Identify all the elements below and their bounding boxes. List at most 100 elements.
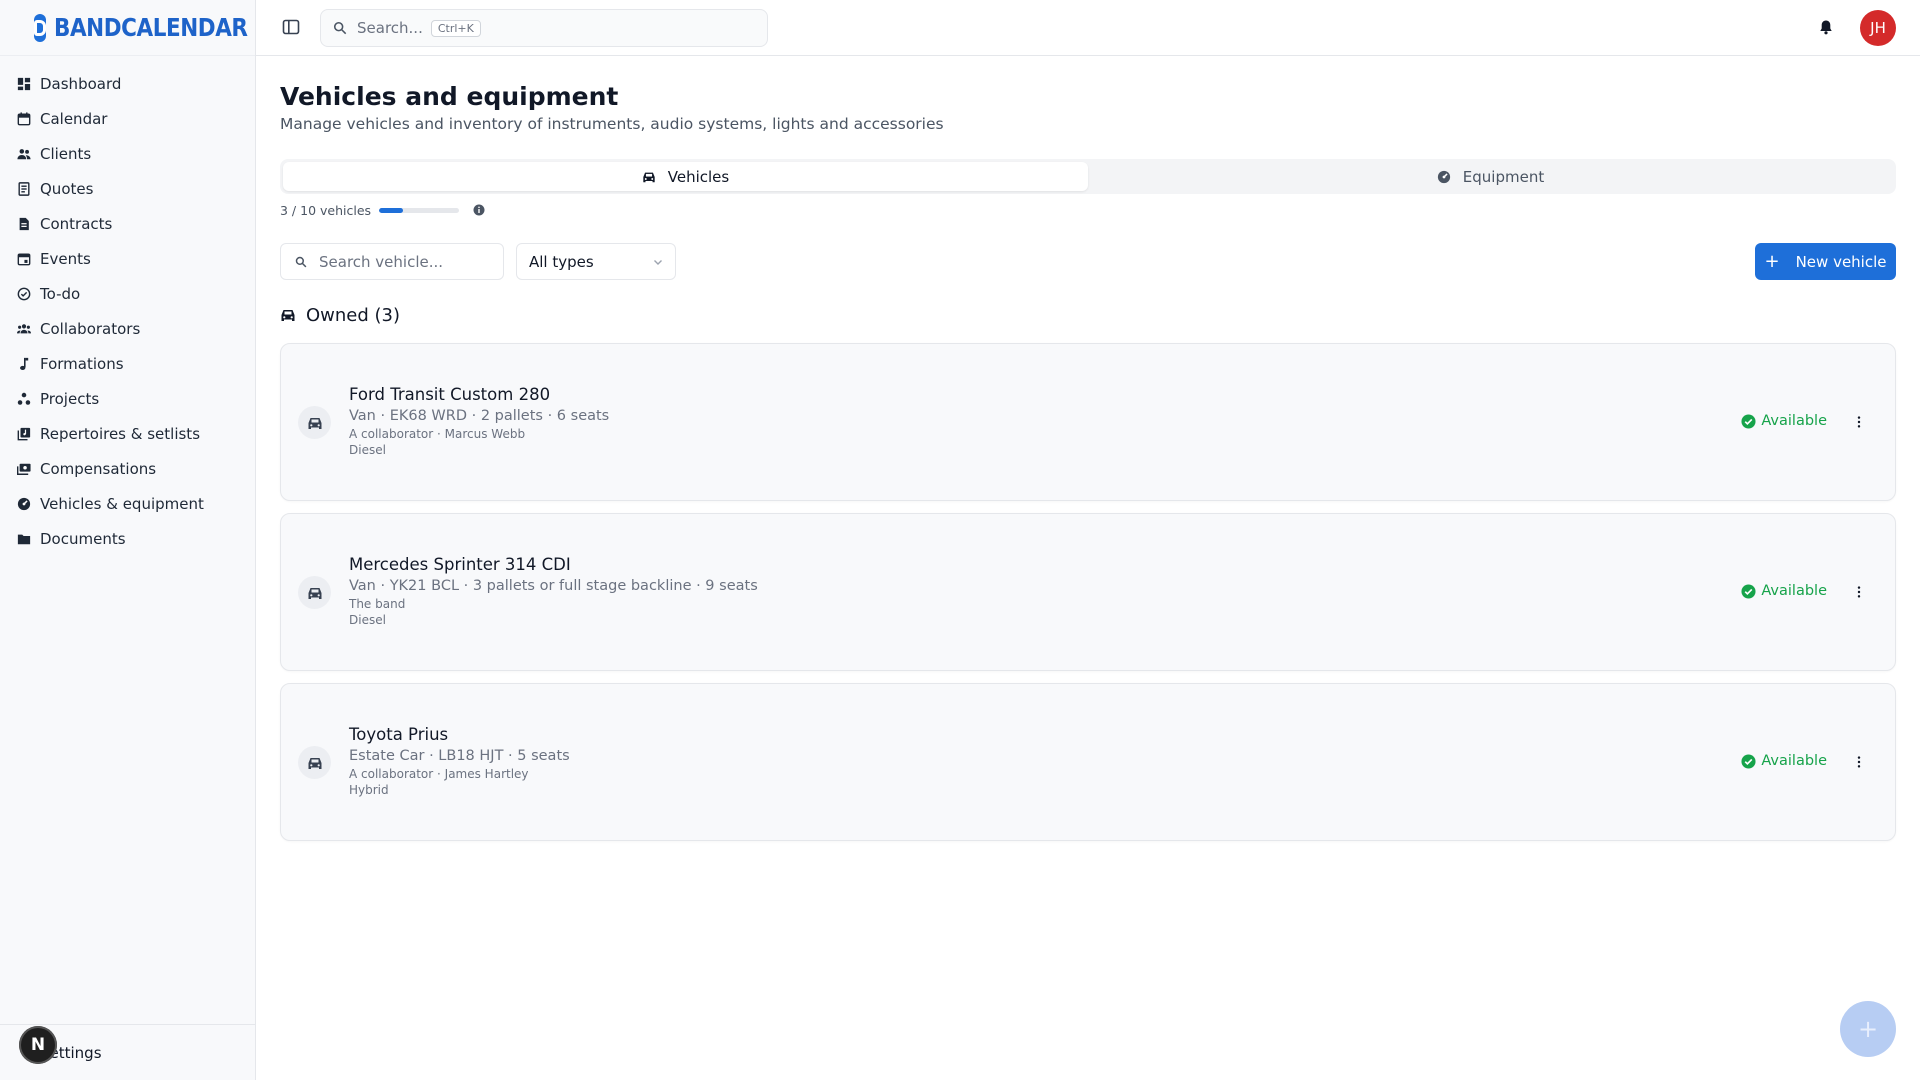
projects-icon — [17, 392, 31, 406]
sidebar-item-collaborators[interactable]: Collaborators — [0, 311, 255, 346]
sidebar-item-repertoires[interactable]: Repertoires & setlists — [0, 416, 255, 451]
vehicle-name: Ford Transit Custom 280 — [349, 385, 551, 404]
search-icon — [333, 21, 347, 35]
sidebar-item-label: To-do — [40, 284, 81, 303]
status-label: Available — [1761, 753, 1827, 769]
quotes-icon — [17, 181, 31, 196]
type-filter-select[interactable]: All types — [516, 243, 676, 280]
sidebar-item-vehicles-equipment[interactable]: Vehicles & equipment — [0, 486, 255, 521]
shortcut-badge: Ctrl+K — [430, 19, 481, 37]
vehicle-card[interactable]: Toyota Prius Estate Car · LB18 HJT · 5 s… — [280, 683, 1896, 841]
notifications-bell-icon[interactable] — [1818, 19, 1834, 35]
sidebar-item-label: Documents — [40, 529, 126, 548]
vehicles-icon — [17, 497, 31, 511]
car-icon — [281, 310, 295, 321]
plus-icon: + — [1764, 250, 1780, 272]
vehicle-fuel: Hybrid — [349, 783, 389, 797]
sidebar-item-projects[interactable]: Projects — [0, 381, 255, 416]
sidebar-item-label: Events — [40, 249, 91, 268]
todo-icon — [17, 287, 31, 301]
info-icon[interactable] — [473, 204, 485, 216]
search-placeholder: Search... — [357, 19, 423, 37]
vehicle-card[interactable]: Mercedes Sprinter 314 CDI Van · YK21 BCL… — [280, 513, 1896, 671]
user-avatar[interactable]: JH — [1860, 10, 1896, 46]
clients-icon — [17, 147, 31, 161]
app-logo[interactable]: BANDCALENDAR — [0, 0, 255, 56]
quota-progress-bar — [379, 207, 460, 213]
sidebar-item-label: Vehicles & equipment — [40, 494, 204, 513]
tab-equipment[interactable]: Equipment — [1088, 162, 1893, 191]
new-vehicle-label: New vehicle — [1795, 252, 1887, 271]
sidebar-toggle-icon[interactable] — [282, 18, 300, 36]
sidebar-item-contracts[interactable]: Contracts — [0, 206, 255, 241]
sidebar-item-label: Contracts — [40, 214, 113, 233]
vehicle-list: Ford Transit Custom 280 Van · EK68 WRD ·… — [280, 343, 1896, 841]
music-note-icon — [17, 357, 31, 371]
topbar: Search... Ctrl+K JH — [256, 0, 1920, 56]
n-badge-button[interactable]: N — [19, 1026, 57, 1064]
sidebar-item-compensations[interactable]: Compensations — [0, 451, 255, 486]
vehicle-meta: Estate Car · LB18 HJT · 5 seats — [349, 748, 570, 764]
contracts-icon — [17, 217, 31, 231]
tab-vehicles[interactable]: Vehicles — [283, 162, 1088, 191]
car-icon — [643, 172, 655, 182]
status-label: Available — [1761, 413, 1827, 429]
sidebar-item-events[interactable]: Events — [0, 241, 255, 276]
calendar-icon — [17, 111, 31, 126]
plus-icon: + — [1857, 1015, 1879, 1043]
sidebar-item-todo[interactable]: To-do — [0, 276, 255, 311]
page-title: Vehicles and equipment — [280, 82, 619, 111]
vehicle-card[interactable]: Ford Transit Custom 280 Van · EK68 WRD ·… — [280, 343, 1896, 501]
more-options-icon[interactable] — [1851, 414, 1867, 430]
status-badge: Available — [1741, 413, 1827, 429]
dashboard-icon — [17, 77, 31, 91]
section-title: Owned (3) — [306, 304, 401, 326]
sidebar-item-dashboard[interactable]: Dashboard — [0, 66, 255, 101]
type-filter-value: All types — [529, 252, 594, 271]
sidebar-item-label: Dashboard — [40, 74, 122, 93]
vehicle-fuel: Diesel — [349, 443, 386, 457]
sidebar-item-label: Compensations — [40, 459, 157, 478]
vehicle-search-input[interactable]: Search vehicle... — [280, 243, 504, 280]
vehicle-fuel: Diesel — [349, 613, 386, 627]
car-icon — [298, 406, 331, 439]
owned-section-heading: Owned (3) — [280, 304, 1896, 326]
tab-label: Vehicles — [667, 167, 730, 186]
sidebar-item-formations[interactable]: Formations — [0, 346, 255, 381]
status-badge: Available — [1741, 753, 1827, 769]
search-icon — [295, 256, 307, 267]
sidebar-item-label: Quotes — [40, 179, 94, 198]
check-circle-icon — [1741, 583, 1756, 599]
sidebar-item-label: Calendar — [40, 109, 108, 128]
floating-action-button[interactable]: + — [1840, 1001, 1896, 1057]
global-search-input[interactable]: Search... Ctrl+K — [320, 9, 768, 47]
sidebar-nav: Dashboard Calendar Clients Quotes Contra… — [0, 56, 255, 556]
sidebar-item-documents[interactable]: Documents — [0, 521, 255, 556]
compensations-icon — [17, 462, 31, 476]
sidebar-item-calendar[interactable]: Calendar — [0, 101, 255, 136]
logo-mark-icon — [34, 13, 46, 42]
equipment-icon — [1437, 170, 1450, 183]
sidebar-item-label: Formations — [40, 354, 124, 373]
sidebar-item-label: Clients — [40, 144, 92, 163]
vehicle-name: Toyota Prius — [349, 725, 449, 744]
vehicle-search-placeholder: Search vehicle... — [319, 252, 444, 271]
more-options-icon[interactable] — [1851, 584, 1867, 600]
tabs: Vehicles Equipment — [280, 159, 1896, 194]
vehicle-owner: A collaborator · Marcus Webb — [349, 427, 526, 441]
vehicle-meta: Van · EK68 WRD · 2 pallets · 6 seats — [349, 408, 610, 424]
folder-icon — [17, 532, 31, 546]
vehicle-meta: Van · YK21 BCL · 3 pallets or full stage… — [349, 578, 758, 594]
vehicle-quota: 3 / 10 vehicles — [280, 202, 1896, 218]
sidebar-item-clients[interactable]: Clients — [0, 136, 255, 171]
new-vehicle-button[interactable]: + New vehicle — [1755, 243, 1896, 280]
tab-label: Equipment — [1462, 167, 1545, 186]
sidebar-item-quotes[interactable]: Quotes — [0, 171, 255, 206]
more-options-icon[interactable] — [1851, 754, 1867, 770]
car-icon — [298, 746, 331, 779]
logo-text: BANDCALENDAR — [54, 13, 248, 42]
quota-progress-fill — [379, 207, 404, 213]
status-label: Available — [1761, 583, 1827, 599]
page-subtitle: Manage vehicles and inventory of instrum… — [280, 115, 944, 133]
events-icon — [17, 252, 31, 266]
